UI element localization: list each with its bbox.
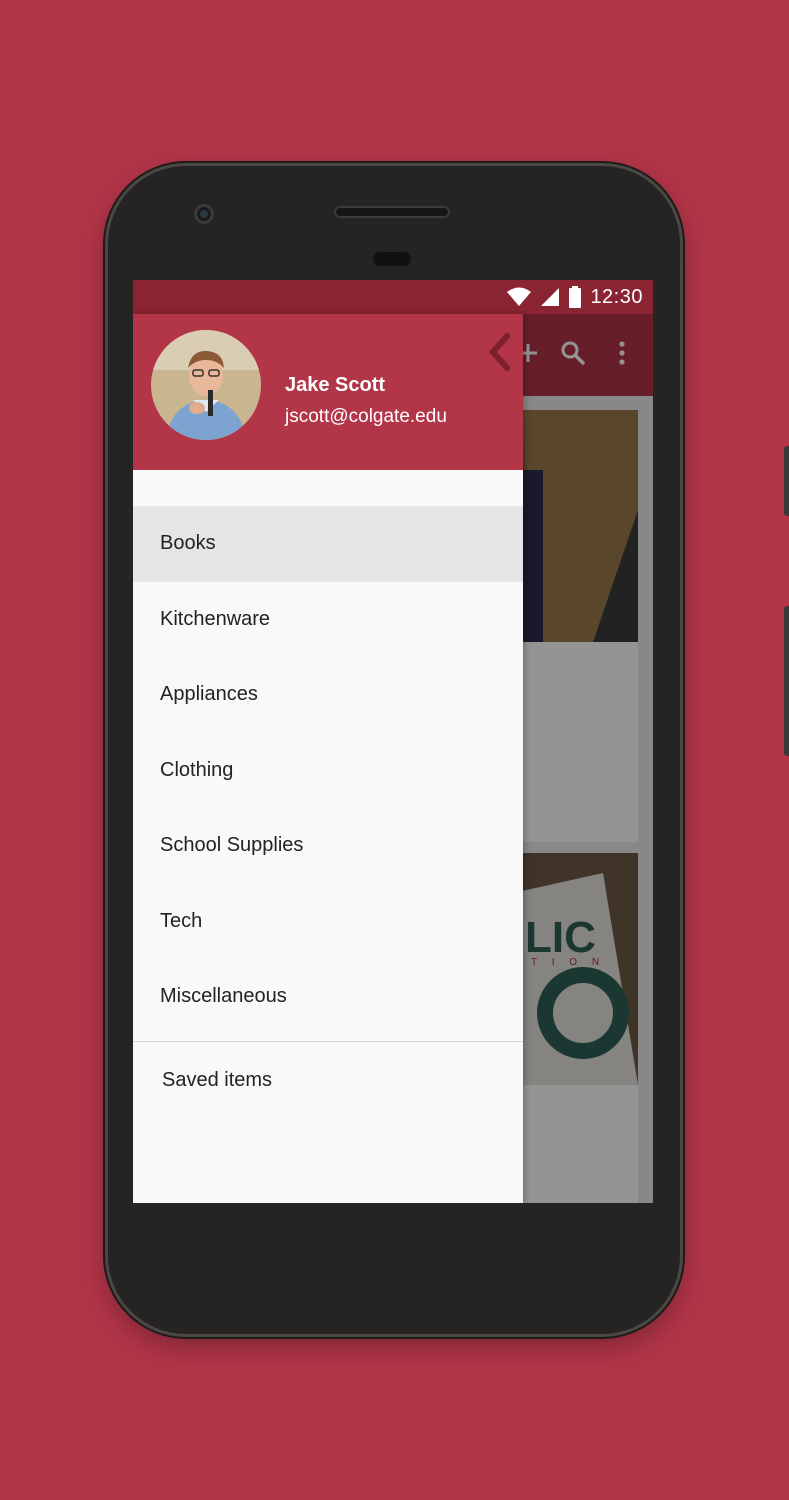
battery-icon (569, 286, 582, 308)
drawer-header: Jake Scott jscott@colgate.edu (133, 314, 523, 470)
menu-item-books[interactable]: Books (133, 506, 523, 582)
earpiece-speaker (334, 206, 450, 218)
menu-item-appliances[interactable]: Appliances (133, 657, 523, 733)
proximity-sensor (373, 252, 411, 266)
power-button (784, 446, 789, 516)
status-bar: 12:30 (133, 280, 653, 314)
menu-item-kitchenware[interactable]: Kitchenware (133, 582, 523, 658)
navigation-drawer: Jake Scott jscott@colgate.edu Books Kitc… (133, 314, 523, 1203)
screen: 12:30 LIC T I O N Jake Scott jscott@colg… (133, 280, 653, 1203)
wifi-icon (507, 287, 532, 306)
avatar[interactable] (151, 330, 261, 440)
volume-button (784, 606, 789, 756)
front-camera (194, 204, 214, 224)
menu-item-clothing[interactable]: Clothing (133, 733, 523, 809)
menu-item-tech[interactable]: Tech (133, 884, 523, 960)
category-menu: Books Kitchenware Appliances Clothing Sc… (133, 506, 523, 1035)
menu-item-school-supplies[interactable]: School Supplies (133, 808, 523, 884)
clock: 12:30 (590, 285, 643, 308)
menu-item-saved-items[interactable]: Saved items (133, 1042, 552, 1118)
user-email: jscott@colgate.edu (285, 406, 447, 427)
phone-device: 12:30 LIC T I O N Jake Scott jscott@colg… (108, 166, 789, 1334)
cell-signal-icon (541, 288, 560, 306)
chevron-left-icon[interactable] (483, 332, 517, 372)
user-name: Jake Scott (285, 374, 386, 396)
menu-item-miscellaneous[interactable]: Miscellaneous (133, 959, 523, 1035)
